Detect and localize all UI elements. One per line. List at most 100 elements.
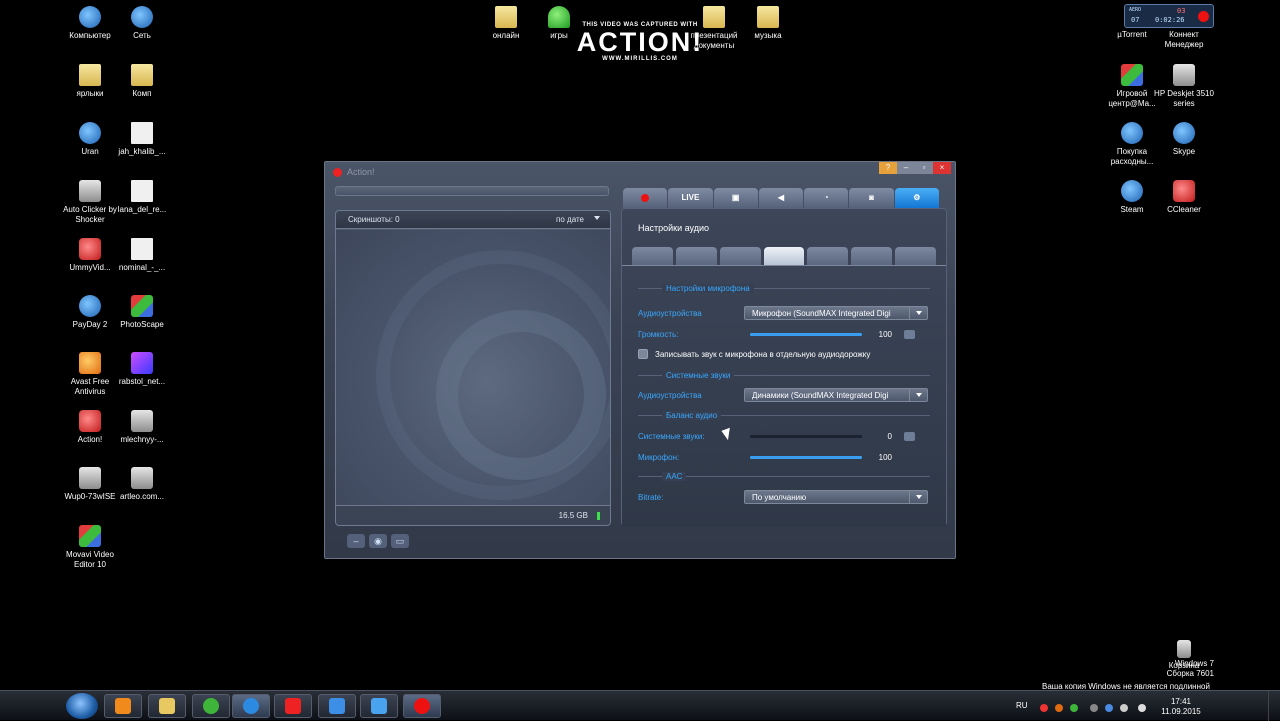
yandex-icon	[285, 698, 301, 714]
taskbar-utorrent[interactable]	[192, 694, 230, 718]
flag-tray-icon[interactable]	[1120, 704, 1128, 712]
taskbar-browser[interactable]	[232, 694, 270, 718]
tab-alarm[interactable]: ◔	[804, 188, 849, 208]
clock[interactable]: 17:41 11.09.2015	[1161, 697, 1201, 717]
taskbar-mail[interactable]	[360, 694, 398, 718]
balance-system-label: Системные звуки:	[638, 432, 705, 441]
sys-device-select[interactable]: Динамики (SoundMAX Integrated Digi	[744, 388, 928, 402]
desktop-icon-steam[interactable]: Steam	[1102, 180, 1162, 215]
preview-scrollbar[interactable]	[335, 186, 609, 196]
desktop-icon-music[interactable]: музыка	[738, 6, 798, 41]
window-title: Action!	[347, 167, 375, 177]
desktop-icon-hp-deskjet[interactable]: HP Deskjet 3510 series	[1154, 64, 1214, 109]
subtab-screen[interactable]	[807, 247, 849, 265]
desktop-icon-game-center[interactable]: Игровой центр@Ma...	[1102, 64, 1162, 109]
desktop-icon-payday2[interactable]: PayDay 2	[60, 295, 120, 330]
desktop-icon-movavi[interactable]: Movavi Video Editor 10	[60, 525, 120, 570]
avast-tray-icon[interactable]	[1055, 704, 1063, 712]
network-tray-icon[interactable]	[1105, 704, 1113, 712]
desktop-icon-shortcuts[interactable]: ярлыки	[60, 64, 120, 99]
desktop-icon-online[interactable]: онлайн	[476, 6, 536, 41]
widget-fps: 07	[1131, 16, 1140, 24]
desktop-icon-uran[interactable]: Uran	[60, 122, 120, 157]
desktop-icon-avast[interactable]: Avast Free Antivirus	[60, 352, 120, 397]
mic-volume-label: Громкость:	[638, 330, 679, 339]
desktop-icon-ummyvideo[interactable]: UmmyVid...	[60, 238, 120, 273]
desktop-icon-lana-del-rey[interactable]: lana_del_re...	[112, 180, 172, 215]
desktop-icon-photoscape[interactable]: PhotoScape	[112, 295, 172, 330]
desktop-icon-komp[interactable]: Комп	[112, 64, 172, 99]
chevron-down-icon[interactable]	[594, 216, 600, 220]
tab-live[interactable]: LIVE	[668, 188, 713, 208]
ccleaner-icon	[1173, 180, 1195, 202]
open-folder-button[interactable]: ▭	[391, 534, 409, 548]
desktop-icon-utorrent[interactable]: µTorrent	[1102, 30, 1162, 40]
desktop-icon-skype[interactable]: Skype	[1154, 122, 1214, 157]
cart-icon	[1121, 122, 1143, 144]
printer-tray-icon[interactable]	[1090, 704, 1098, 712]
desktop-icon-mlechnyy[interactable]: mlechnyy-...	[112, 410, 172, 445]
subtab-upload[interactable]	[851, 247, 893, 265]
audio-file-icon	[131, 238, 153, 260]
mic-advanced-icon[interactable]	[904, 330, 915, 339]
desktop-icon-auto-clicker[interactable]: Auto Clicker by Shocker	[60, 180, 120, 225]
screenshots-list[interactable]	[336, 230, 610, 506]
bitrate-select[interactable]: По умолчанию	[744, 490, 928, 504]
minimize-button[interactable]: –	[897, 162, 915, 174]
settings-button[interactable]: ▫	[915, 162, 933, 174]
tab-settings[interactable]: ⚙	[894, 188, 939, 208]
desktop-icon-jah-khalib[interactable]: jah_khalib_...	[112, 122, 172, 157]
taskbar-action[interactable]	[403, 694, 441, 718]
volume-tray-icon[interactable]	[1138, 704, 1146, 712]
taskbar-audio-app[interactable]	[318, 694, 356, 718]
tab-game[interactable]: ▣	[713, 188, 758, 208]
language-indicator[interactable]: RU	[1016, 701, 1028, 710]
subtab-video[interactable]	[675, 247, 717, 265]
subtab-webcam[interactable]	[719, 247, 761, 265]
balance-mic-slider[interactable]	[750, 456, 862, 459]
desktop-icon-ccleaner[interactable]: CCleaner	[1154, 180, 1214, 215]
close-button[interactable]: ×	[933, 162, 951, 174]
desktop-icon-action[interactable]: Action!	[60, 410, 120, 445]
desktop: Компьютер Сеть ярлыки Комп Uran jah_khal…	[0, 0, 1280, 691]
view-button[interactable]: ◉	[369, 534, 387, 548]
bitrate-label: Bitrate:	[638, 493, 664, 502]
record-icon	[414, 698, 430, 714]
mic-device-select[interactable]: Микрофон (SoundMAX Integrated Digi	[744, 306, 928, 320]
balance-system-slider[interactable]	[750, 435, 862, 438]
show-desktop-button[interactable]	[1268, 691, 1280, 721]
help-button[interactable]: ?	[879, 162, 897, 174]
action-tray-icon[interactable]	[1040, 704, 1048, 712]
system-section-header: Системные звуки	[638, 371, 930, 381]
desktop-icon-artleo[interactable]: artleo.com...	[112, 467, 172, 502]
desktop-icon-computer[interactable]: Компьютер	[60, 6, 120, 41]
taskbar-explorer[interactable]	[148, 694, 186, 718]
network-icon	[131, 6, 153, 28]
desktop-icon-purchase[interactable]: Покупка расходны...	[1102, 122, 1162, 167]
desktop-icon-wup[interactable]: Wup0-73wISE	[60, 467, 120, 502]
desktop-icon-connect-manager[interactable]: Коннект Менеджер	[1154, 30, 1214, 50]
separate-track-checkbox[interactable]	[638, 349, 648, 359]
mic-volume-slider[interactable]	[750, 333, 862, 336]
tab-record[interactable]	[623, 188, 668, 208]
desktop-icon-nominal[interactable]: nominal_-_...	[112, 238, 172, 273]
subtab-general[interactable]	[632, 247, 673, 265]
start-button[interactable]	[66, 693, 98, 719]
taskbar-media-player[interactable]	[104, 694, 142, 718]
sort-dropdown[interactable]: по дате	[556, 215, 584, 224]
balance-advanced-icon[interactable]	[904, 432, 915, 441]
desktop-icon-network[interactable]: Сеть	[112, 6, 172, 41]
tab-audio[interactable]: ◀	[758, 188, 804, 208]
record-dot-icon	[1198, 11, 1209, 22]
desktop-icon-rabstol[interactable]: rabstol_net...	[112, 352, 172, 387]
tab-screenshot[interactable]: ◙	[849, 188, 894, 208]
taskbar-yandex[interactable]	[274, 694, 312, 718]
folder-icon	[79, 64, 101, 86]
delete-button[interactable]: –	[347, 534, 365, 548]
utorrent-tray-icon[interactable]	[1070, 704, 1078, 712]
window-titlebar[interactable]: Action! ? – ▫ ×	[325, 162, 955, 184]
subtab-hotkeys[interactable]	[895, 247, 937, 265]
window-controls: ? – ▫ ×	[879, 162, 951, 174]
recording-widget[interactable]: AERO 07 0:02:26 03	[1124, 4, 1214, 28]
subtab-audio[interactable]	[763, 247, 805, 265]
